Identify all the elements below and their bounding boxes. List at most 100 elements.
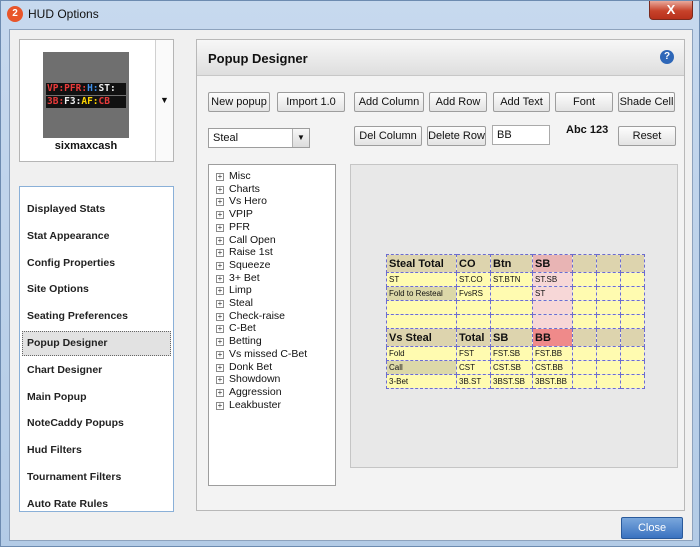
del-column-button[interactable]: Del Column [354,126,422,146]
tree-node[interactable]: + Misc [216,170,251,182]
grid-cell[interactable]: FST.SB [490,346,533,361]
grid-cell[interactable]: 3BST.SB [490,374,533,389]
grid-cell[interactable] [490,286,533,301]
expand-plus-icon[interactable]: + [216,173,224,181]
expand-plus-icon[interactable]: + [216,249,224,258]
tree-node[interactable]: + Vs missed C-Bet [216,348,307,360]
grid-cell[interactable] [532,300,573,315]
grid-cell[interactable]: 3BST.BB [532,374,573,389]
nav-item-chart-designer[interactable]: Chart Designer [22,358,171,383]
expand-plus-icon[interactable]: + [216,350,224,359]
grid-cell[interactable] [596,254,621,273]
grid-cell[interactable] [572,360,597,375]
grid-cell[interactable]: FST.BB [532,346,573,361]
grid-cell[interactable]: Total [456,328,491,347]
grid-cell[interactable] [620,360,645,375]
shade-cell-button[interactable]: Shade Cell [618,92,675,112]
grid-cell[interactable] [596,328,621,347]
tree-node[interactable]: + Betting [216,335,262,347]
add-row-button[interactable]: Add Row [429,92,487,112]
grid-cell[interactable] [620,300,645,315]
nav-item-stat-appearance[interactable]: Stat Appearance [22,224,171,249]
grid-cell[interactable]: ST [532,286,573,301]
profile-dropdown-arrow-icon[interactable]: ▼ [155,40,173,161]
grid-cell[interactable] [572,300,597,315]
grid-cell[interactable] [386,300,457,315]
expand-plus-icon[interactable]: + [216,211,224,220]
grid-cell[interactable] [572,314,597,329]
tree-node[interactable]: + Check-raise [216,310,285,322]
import-button[interactable]: Import 1.0 [277,92,345,112]
expand-plus-icon[interactable]: + [216,401,224,410]
grid-cell[interactable] [456,300,491,315]
grid-cell[interactable] [532,314,573,329]
grid-cell[interactable] [620,272,645,287]
stat-category-select[interactable]: Steal ▼ [208,128,310,148]
grid-cell[interactable] [490,300,533,315]
nav-item-config-properties[interactable]: Config Properties [22,251,171,276]
grid-cell[interactable] [620,346,645,361]
grid-cell[interactable]: Vs Steal [386,328,457,347]
grid-cell[interactable] [386,314,457,329]
grid-cell[interactable]: CO [456,254,491,273]
grid-cell[interactable]: SB [532,254,573,273]
grid-cell[interactable]: Steal Total [386,254,457,273]
tree-node[interactable]: + C-Bet [216,322,256,334]
chevron-down-icon[interactable]: ▼ [292,129,309,147]
tree-node[interactable]: + Raise 1st [216,246,273,258]
expand-plus-icon[interactable]: + [216,223,224,232]
profile-selector[interactable]: VP:PFR:H:ST: 3B:F3:AF:CB sixmaxcash ▼ [19,39,174,162]
grid-cell[interactable]: Fold to Resteal [386,286,457,301]
close-button[interactable]: Close [621,517,683,539]
nav-item-popup-designer[interactable]: Popup Designer [22,331,171,356]
grid-cell[interactable]: 3B.ST [456,374,491,389]
font-button[interactable]: Font [555,92,613,112]
grid-cell[interactable] [572,286,597,301]
grid-cell[interactable] [572,374,597,389]
cell-text-input[interactable]: BB [492,125,550,145]
grid-cell[interactable]: ST [386,272,457,287]
grid-cell[interactable] [456,314,491,329]
nav-item-auto-rate-rules[interactable]: Auto Rate Rules [22,492,171,517]
tree-node[interactable]: + Call Open [216,234,276,246]
add-column-button[interactable]: Add Column [354,92,424,112]
grid-cell[interactable] [596,314,621,329]
window-close-button[interactable]: X [649,1,693,20]
grid-cell[interactable]: BB [532,328,573,347]
grid-cell[interactable] [572,254,597,273]
nav-item-displayed-stats[interactable]: Displayed Stats [22,197,171,222]
grid-cell[interactable]: CST [456,360,491,375]
nav-item-hud-filters[interactable]: Hud Filters [22,438,171,463]
add-text-button[interactable]: Add Text [493,92,550,112]
expand-plus-icon[interactable]: + [216,274,224,283]
grid-cell[interactable]: FvsRS [456,286,491,301]
expand-plus-icon[interactable]: + [216,388,224,397]
tree-node[interactable]: +3+ Bet [216,272,260,284]
tree-node[interactable]: + VPIP [216,208,253,220]
grid-cell[interactable]: Call [386,360,457,375]
grid-cell[interactable] [620,374,645,389]
grid-cell[interactable]: FST [456,346,491,361]
grid-cell[interactable]: CST.BB [532,360,573,375]
expand-plus-icon[interactable]: + [216,300,224,308]
grid-cell[interactable] [596,360,621,375]
grid-cell[interactable]: ST.SB [532,272,573,287]
grid-cell[interactable] [620,254,645,273]
tree-node[interactable]: + Charts [216,183,260,195]
grid-cell[interactable]: 3-Bet [386,374,457,389]
tree-node[interactable]: + Leakbuster [216,399,281,411]
grid-cell[interactable]: SB [490,328,533,347]
grid-cell[interactable]: ST.CO [456,272,491,287]
grid-cell[interactable] [596,272,621,287]
nav-item-notecaddy-popups[interactable]: NoteCaddy Popups [22,411,171,436]
grid-cell[interactable] [596,374,621,389]
grid-cell[interactable]: Fold [386,346,457,361]
expand-plus-icon[interactable]: + [216,236,224,245]
nav-item-seating-preferences[interactable]: Seating Preferences [22,304,171,329]
grid-cell[interactable] [572,272,597,287]
tree-node[interactable]: + Steal [216,297,253,309]
grid-cell[interactable]: ST.BTN [490,272,533,287]
tree-node[interactable]: + Limp [216,284,252,296]
nav-item-site-options[interactable]: Site Options [22,277,171,302]
grid-cell[interactable] [490,314,533,329]
